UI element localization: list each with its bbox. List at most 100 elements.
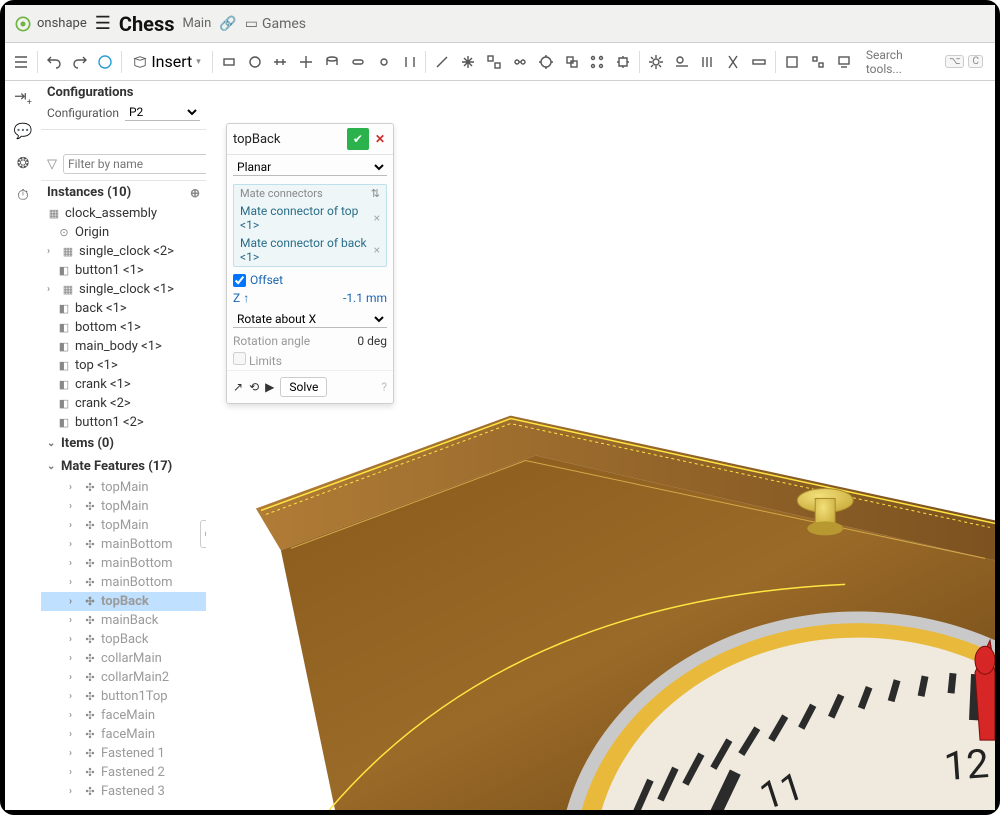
folder-breadcrumb[interactable]: ▭ Games: [245, 16, 306, 32]
screw-relation-icon[interactable]: [722, 50, 746, 74]
chevron-right-icon[interactable]: ›: [69, 615, 79, 626]
chevron-right-icon[interactable]: ›: [69, 672, 79, 683]
redo-icon[interactable]: [68, 50, 92, 74]
tangent-mate-icon[interactable]: [430, 50, 454, 74]
mc-item-1[interactable]: Mate connector of top <1>×: [234, 202, 386, 234]
mate-type-select[interactable]: Planar: [233, 159, 387, 176]
rail-versions-icon[interactable]: ❂: [17, 154, 30, 172]
chevron-right-icon[interactable]: ›: [47, 246, 57, 257]
mate-item-mainBottom[interactable]: ›✣mainBottom: [41, 573, 206, 592]
mate-item-Fastened 2[interactable]: ›✣Fastened 2: [41, 763, 206, 782]
filter-icon[interactable]: ▽: [47, 157, 57, 172]
mate-connector-icon[interactable]: [456, 50, 480, 74]
rail-comments-icon[interactable]: 💬: [14, 122, 33, 140]
configuration-select[interactable]: P2: [125, 104, 200, 121]
mate-item-Fastened 3[interactable]: ›✣Fastened 3: [41, 782, 206, 801]
remove-icon[interactable]: ×: [374, 211, 380, 225]
planar-mate-icon[interactable]: [294, 50, 318, 74]
brand-logo[interactable]: onshape: [13, 14, 87, 34]
chevron-right-icon[interactable]: ›: [69, 634, 79, 645]
flip-primary-icon[interactable]: ↗: [233, 380, 243, 394]
chevron-right-icon[interactable]: ›: [69, 596, 79, 607]
rotation-angle-value[interactable]: 0 deg: [357, 334, 387, 348]
tree-crank2[interactable]: ◧crank <2>: [41, 394, 206, 413]
undo-icon[interactable]: [42, 50, 66, 74]
group-icon[interactable]: [482, 50, 506, 74]
mate-item-collarMain[interactable]: ›✣collarMain: [41, 649, 206, 668]
mate-item-topBack[interactable]: ›✣topBack: [41, 630, 206, 649]
chevron-right-icon[interactable]: ›: [69, 691, 79, 702]
chevron-right-icon[interactable]: ›: [69, 501, 79, 512]
gear-relation-icon[interactable]: [534, 50, 558, 74]
tree-crank1[interactable]: ◧crank <1>: [41, 375, 206, 394]
tree-bottom1[interactable]: ◧bottom <1>: [41, 318, 206, 337]
pin-slot-mate-icon[interactable]: [346, 50, 370, 74]
mate-item-topBack[interactable]: ›✣topBack: [41, 592, 206, 611]
exploded-view-icon[interactable]: [806, 50, 830, 74]
linear-pattern-icon[interactable]: [696, 50, 720, 74]
tree-top1[interactable]: ◧top <1>: [41, 356, 206, 375]
insert-button[interactable]: Insert ▾: [126, 49, 208, 75]
solve-button[interactable]: Solve: [280, 377, 327, 397]
chevron-right-icon[interactable]: ›: [69, 558, 79, 569]
gear-icon[interactable]: [644, 50, 668, 74]
slider-mate-icon[interactable]: [268, 50, 292, 74]
chevron-right-icon[interactable]: ›: [69, 786, 79, 797]
mate-item-topMain[interactable]: ›✣topMain: [41, 516, 206, 535]
mate-item-topMain[interactable]: ›✣topMain: [41, 497, 206, 516]
tree-main1[interactable]: ◧main_body <1>: [41, 337, 206, 356]
rotate-axis-select[interactable]: Rotate about X: [233, 311, 387, 328]
reorder-icon[interactable]: ⇅: [371, 187, 380, 200]
items-header[interactable]: ⌄Items (0): [41, 432, 206, 455]
offset-checkbox[interactable]: [233, 274, 246, 287]
document-workspace[interactable]: Main: [183, 16, 212, 31]
display-states-icon[interactable]: [832, 50, 856, 74]
link-icon[interactable]: 🔗: [219, 16, 236, 32]
revolute-mate-icon[interactable]: [243, 50, 267, 74]
chevron-right-icon[interactable]: ›: [69, 729, 79, 740]
snap-mode-icon[interactable]: [611, 50, 635, 74]
named-views-icon[interactable]: [780, 50, 804, 74]
replicate-icon[interactable]: [560, 50, 584, 74]
confirm-button[interactable]: ✔: [347, 128, 369, 150]
z-value[interactable]: -1.1 mm: [343, 291, 387, 305]
feature-tree-toggle-icon[interactable]: [9, 50, 33, 74]
fastened-mate-icon[interactable]: [217, 50, 241, 74]
chevron-right-icon[interactable]: ›: [69, 710, 79, 721]
chevron-right-icon[interactable]: ›: [69, 520, 79, 531]
mate-item-mainBottom[interactable]: ›✣mainBottom: [41, 554, 206, 573]
mate-item-faceMain[interactable]: ›✣faceMain: [41, 706, 206, 725]
mate-item-topMain[interactable]: ›✣topMain: [41, 478, 206, 497]
mate-item-collarMain2[interactable]: ›✣collarMain2: [41, 668, 206, 687]
chevron-right-icon[interactable]: ›: [69, 539, 79, 550]
tree-root[interactable]: ▦clock_assembly: [41, 204, 206, 223]
mate-item-faceMain[interactable]: ›✣faceMain: [41, 725, 206, 744]
mc-item-2[interactable]: Mate connector of back <1>×: [234, 234, 386, 266]
ball-mate-icon[interactable]: [372, 50, 396, 74]
relation-icon[interactable]: [508, 50, 532, 74]
rail-history-icon[interactable]: ⏱: [17, 186, 29, 204]
chevron-right-icon[interactable]: ›: [69, 482, 79, 493]
tree-sc1[interactable]: ›▦single_clock <1>: [41, 280, 206, 299]
search-tools-text[interactable]: Search tools...: [866, 48, 941, 76]
mate-item-button1Top[interactable]: ›✣button1Top: [41, 687, 206, 706]
rail-add-feature-icon[interactable]: ⇥+: [14, 87, 32, 108]
help-icon[interactable]: ?: [381, 380, 387, 394]
filter-input[interactable]: [63, 154, 206, 174]
add-instance-icon[interactable]: ⊕: [190, 186, 200, 200]
tree-button1-2[interactable]: ◧button1 <2>: [41, 413, 206, 432]
tree-sc2[interactable]: ›▦single_clock <2>: [41, 242, 206, 261]
animate-icon[interactable]: ▶: [265, 380, 274, 394]
chevron-right-icon[interactable]: ›: [69, 577, 79, 588]
mate-item-mainBottom[interactable]: ›✣mainBottom: [41, 535, 206, 554]
tree-back1[interactable]: ◧back <1>: [41, 299, 206, 318]
cylindrical-mate-icon[interactable]: [320, 50, 344, 74]
chevron-right-icon[interactable]: ›: [69, 767, 79, 778]
z-arrow-icon[interactable]: ↑: [243, 291, 249, 305]
tree-button1-1[interactable]: ◧button1 <1>: [41, 261, 206, 280]
mate-item-mainBack[interactable]: ›✣mainBack: [41, 611, 206, 630]
mate-item-Fastened 1[interactable]: ›✣Fastened 1: [41, 744, 206, 763]
measure-icon[interactable]: [747, 50, 771, 74]
reorient-icon[interactable]: ⟲: [249, 380, 259, 394]
document-title[interactable]: Chess: [119, 12, 175, 36]
